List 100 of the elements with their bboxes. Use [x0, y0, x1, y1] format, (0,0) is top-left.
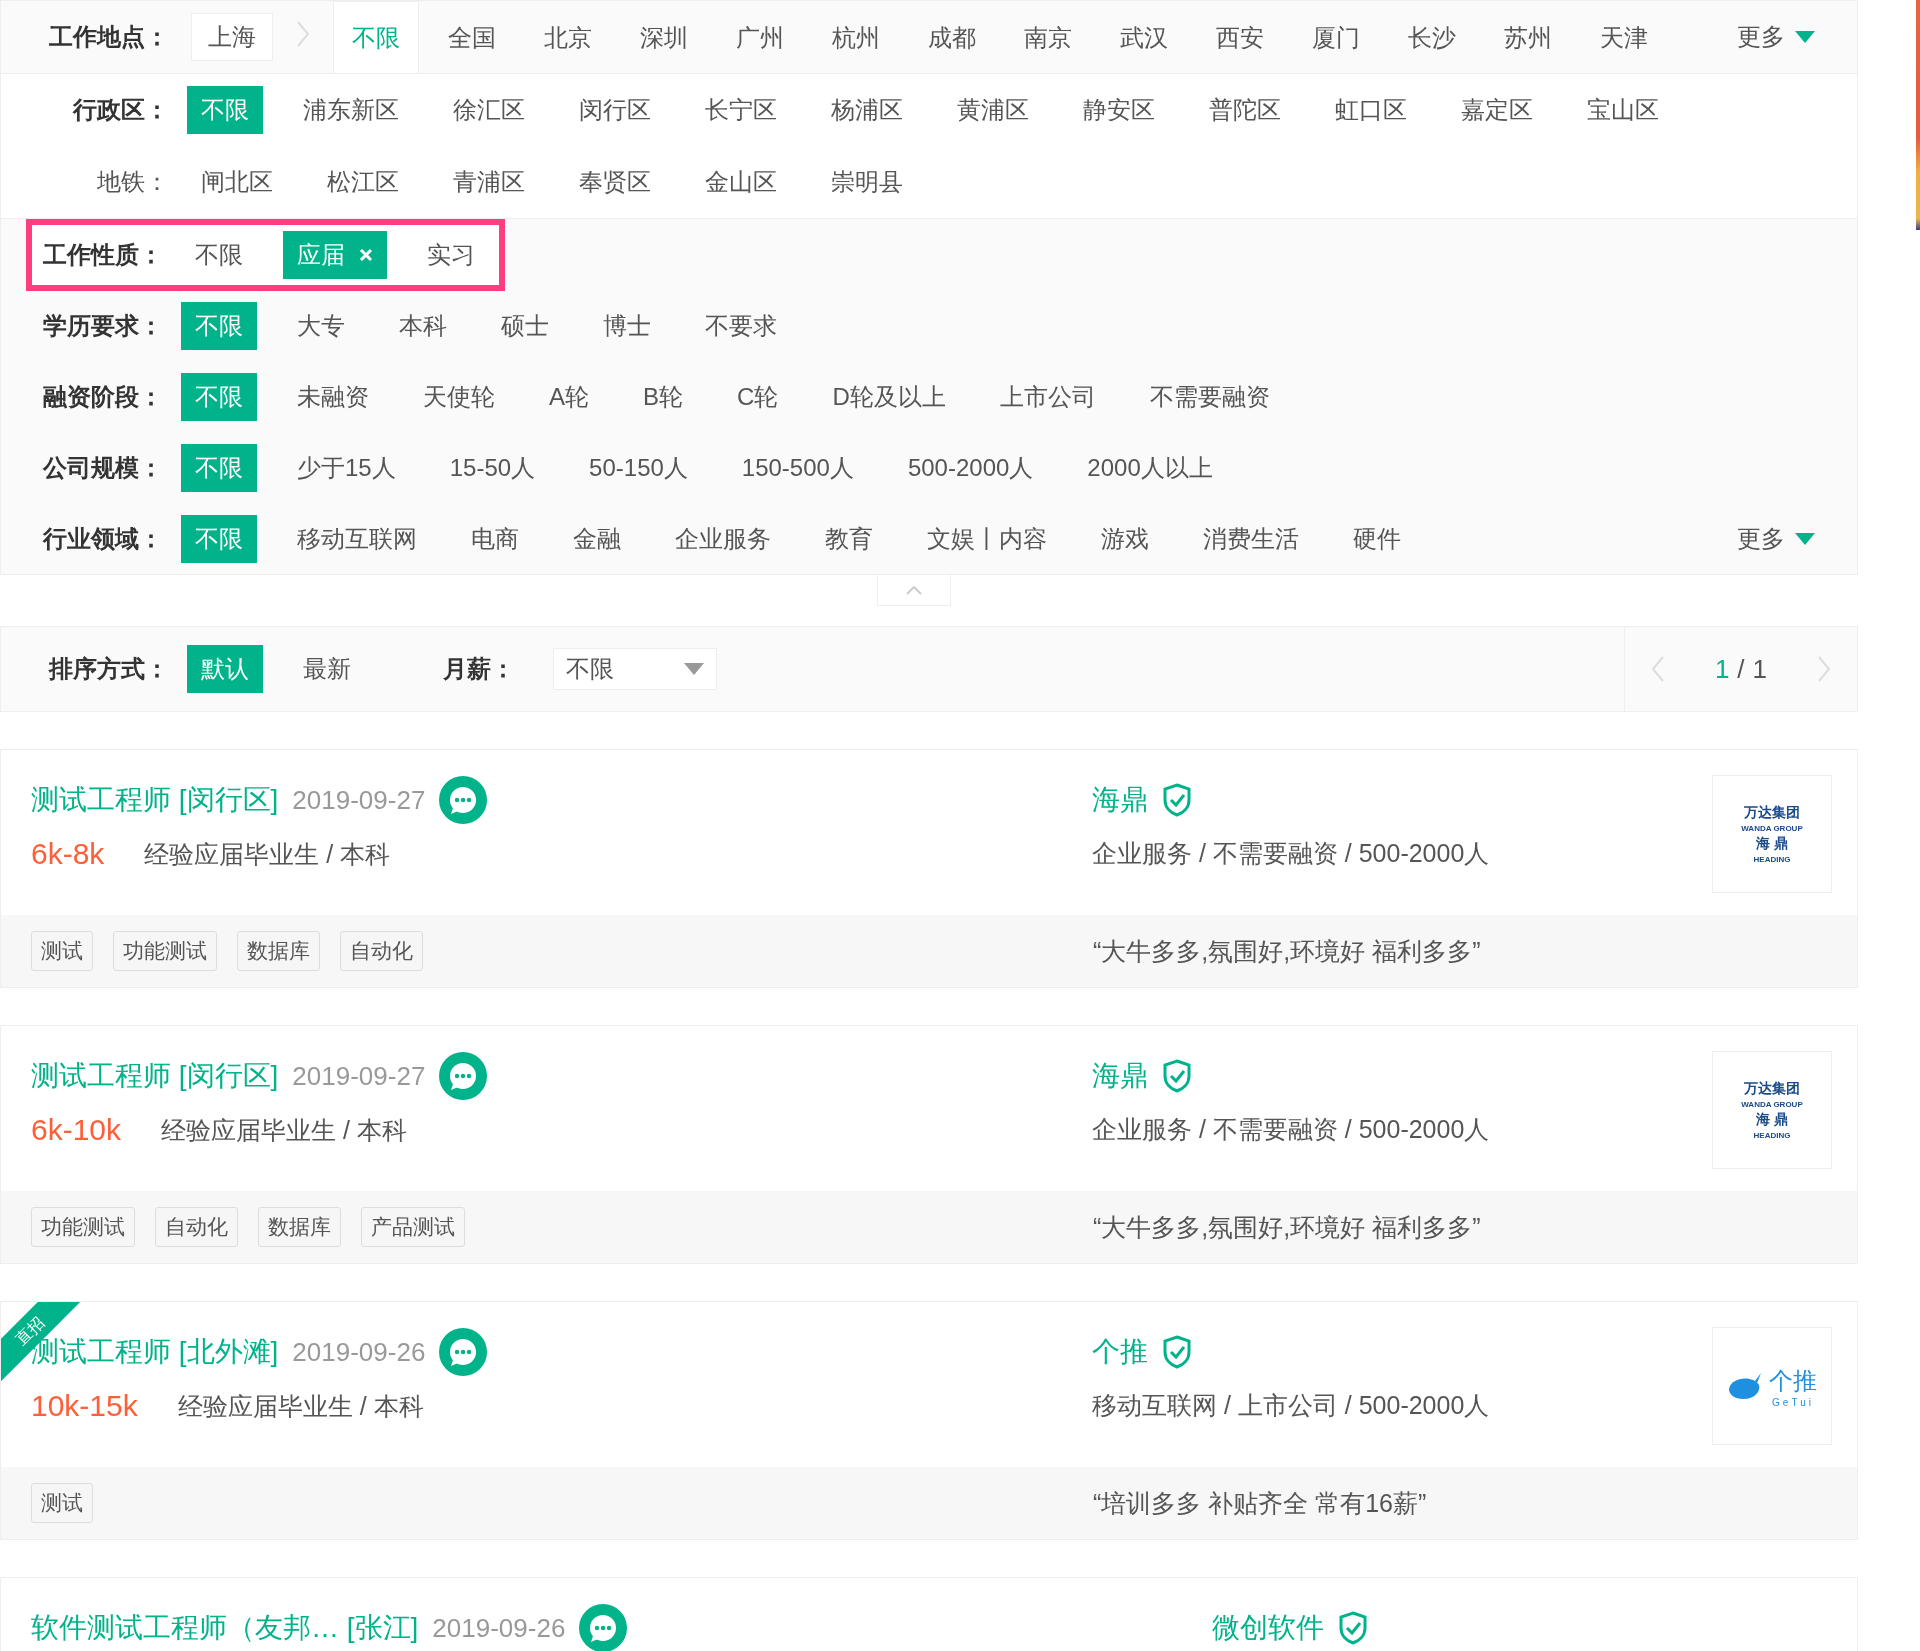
- verified-shield-icon: [1338, 1611, 1368, 1645]
- city-selector[interactable]: 上海: [191, 13, 273, 61]
- job-perk-quote: “大牛多多,氛围好,环境好 福利多多”: [1093, 935, 1481, 967]
- filter-option[interactable]: 少于15人: [283, 443, 410, 492]
- chat-icon[interactable]: [439, 1052, 488, 1100]
- filter-option[interactable]: B轮: [629, 372, 698, 421]
- filter-option[interactable]: 杨浦区: [817, 86, 917, 134]
- skill-tag: 功能测试: [113, 931, 217, 971]
- chevron-right-icon: [1816, 655, 1833, 683]
- chevron-right-icon: [295, 20, 311, 48]
- logo-text: WANDA GROUP: [1741, 824, 1803, 833]
- post-date: 2019-09-26: [432, 1612, 566, 1644]
- filter-option[interactable]: 电商: [457, 514, 533, 563]
- filter-option[interactable]: 黄浦区: [943, 86, 1043, 134]
- city-tab[interactable]: 天津: [1581, 1, 1667, 73]
- salary-dropdown[interactable]: 不限: [553, 648, 717, 690]
- logo-text: 海 鼎: [1756, 1111, 1788, 1129]
- skill-tag: 测试: [31, 931, 93, 971]
- filter-label[interactable]: 地铁：: [49, 166, 169, 198]
- filter-option[interactable]: 50-150人: [575, 443, 702, 492]
- filter-option[interactable]: D轮及以上: [818, 372, 960, 421]
- city-tab[interactable]: 苏州: [1485, 1, 1571, 73]
- filter-option[interactable]: C轮: [723, 372, 793, 421]
- city-tab[interactable]: 北京: [525, 1, 611, 73]
- filter-option[interactable]: 大专: [283, 301, 359, 350]
- filter-option[interactable]: 不限: [181, 230, 257, 279]
- filter-option[interactable]: 普陀区: [1195, 86, 1295, 134]
- company-info: 企业服务 / 不需要融资 / 500-2000人: [1092, 838, 1490, 869]
- filter-option[interactable]: 不要求: [691, 301, 791, 350]
- filter-option[interactable]: 教育: [811, 514, 887, 563]
- skill-tag: 产品测试: [361, 1207, 465, 1247]
- skill-tag: 自动化: [340, 931, 423, 971]
- chat-icon[interactable]: [439, 1328, 488, 1376]
- filter-option[interactable]: 宝山区: [1573, 86, 1673, 134]
- filter-option[interactable]: 天使轮: [409, 372, 509, 421]
- filter-option[interactable]: 博士: [589, 301, 665, 350]
- city-tab[interactable]: 深圳: [621, 1, 707, 73]
- chat-icon[interactable]: [439, 776, 488, 824]
- filter-label[interactable]: 行政区：: [49, 94, 169, 126]
- filter-option[interactable]: 上市公司: [985, 372, 1110, 421]
- filter-option[interactable]: 游戏: [1087, 514, 1163, 563]
- filter-option[interactable]: 闸北区: [187, 158, 287, 206]
- city-tab[interactable]: 西安: [1197, 1, 1283, 73]
- filter-option[interactable]: 150-500人: [727, 443, 868, 492]
- filter-option[interactable]: 企业服务: [661, 514, 785, 563]
- chevron-up-icon: [906, 585, 922, 595]
- filter-option[interactable]: 青浦区: [439, 158, 539, 206]
- filter-option[interactable]: 未融资: [283, 372, 383, 421]
- more-button[interactable]: 更多: [1731, 20, 1821, 54]
- company-info: 企业服务 / 不需要融资 / 500-2000人: [1092, 1114, 1490, 1145]
- job-perk-quote: “大牛多多,氛围好,环境好 福利多多”: [1093, 1211, 1481, 1243]
- filter-option[interactable]: 长宁区: [691, 86, 791, 134]
- filter-option[interactable]: 文娱丨内容: [913, 514, 1061, 563]
- city-tab[interactable]: 广州: [717, 1, 803, 73]
- filter-option[interactable]: 闵行区: [565, 86, 665, 134]
- filter-option[interactable]: 硬件: [1339, 514, 1415, 563]
- close-icon[interactable]: [359, 247, 373, 262]
- company-info: 移动互联网 / 上市公司 / 500-2000人: [1092, 1390, 1490, 1421]
- verified-shield-icon: [1162, 783, 1192, 817]
- filter-option[interactable]: 实习: [413, 230, 489, 279]
- salary: 10k-15k: [31, 1389, 138, 1423]
- filter-option[interactable]: 虹口区: [1321, 86, 1421, 134]
- city-tab[interactable]: 长沙: [1389, 1, 1475, 73]
- job-card[interactable]: 测试工程师 [闵行区] 2019-09-27 6k-10k 经验应届毕业生 / 本科 海鼎 企业服务 / 不需要融资 / 500-2000人 万达集团 WANDA GROUP 海 鼎 HEADING 功能测试 自动化 数据库 产品测试 “大牛多多,氛围好,环境好 福利多多”: [0, 1025, 1858, 1264]
- more-button[interactable]: 更多: [1731, 521, 1821, 556]
- filter-option[interactable]: 移动互联网: [283, 514, 431, 563]
- filter-option[interactable]: 松江区: [313, 158, 413, 206]
- filter-option[interactable]: 本科: [385, 301, 461, 350]
- filter-option[interactable]: 不需要融资: [1135, 372, 1284, 421]
- filter-option[interactable]: 金融: [559, 514, 635, 563]
- filter-option[interactable]: 静安区: [1069, 86, 1169, 134]
- filter-option[interactable]: 浦东新区: [289, 86, 413, 134]
- city-tab[interactable]: 杭州: [813, 1, 899, 73]
- filter-option[interactable]: 15-50人: [435, 443, 550, 492]
- city-tab[interactable]: 成都: [909, 1, 995, 73]
- page-current: 1: [1714, 653, 1730, 685]
- city-tab[interactable]: 武汉: [1101, 1, 1187, 73]
- filter-option[interactable]: 500-2000人: [893, 443, 1048, 492]
- filter-option[interactable]: 徐汇区: [439, 86, 539, 134]
- skill-tag: 自动化: [155, 1207, 238, 1247]
- filter-option[interactable]: 奉贤区: [565, 158, 665, 206]
- caret-down-icon: [1795, 532, 1815, 545]
- filter-label: 行业领域：: [43, 523, 163, 554]
- logo-text: GeTui: [1772, 1396, 1814, 1408]
- job-card[interactable]: 测试工程师 [闵行区] 2019-09-27 6k-8k 经验应届毕业生 / 本科 海鼎 企业服务 / 不需要融资 / 500-2000人 万达集团 WANDA GROUP 海 鼎 HEADING 测试 功能测试 数据库 自动化 “大牛多多,氛围好,环境好 福利多多”: [0, 749, 1858, 988]
- filter-option[interactable]: 金山区: [691, 158, 791, 206]
- filter-option[interactable]: 消费生活: [1189, 514, 1313, 563]
- chat-icon[interactable]: [579, 1604, 628, 1651]
- filter-option[interactable]: A轮: [535, 372, 603, 421]
- sort-option[interactable]: 最新: [289, 645, 365, 693]
- city-tab[interactable]: 厦门: [1293, 1, 1379, 73]
- city-tab[interactable]: 全国: [429, 1, 515, 73]
- city-tab[interactable]: 南京: [1005, 1, 1091, 73]
- filter-option[interactable]: 嘉定区: [1447, 86, 1547, 134]
- filter-label: 工作性质：: [43, 239, 163, 270]
- filter-option[interactable]: 硕士: [487, 301, 563, 350]
- filter-option[interactable]: 崇明县: [817, 158, 917, 206]
- logo-text: 个推: [1769, 1365, 1817, 1396]
- post-date: 2019-09-27: [292, 784, 426, 816]
- filter-option[interactable]: 2000人以上: [1073, 443, 1227, 492]
